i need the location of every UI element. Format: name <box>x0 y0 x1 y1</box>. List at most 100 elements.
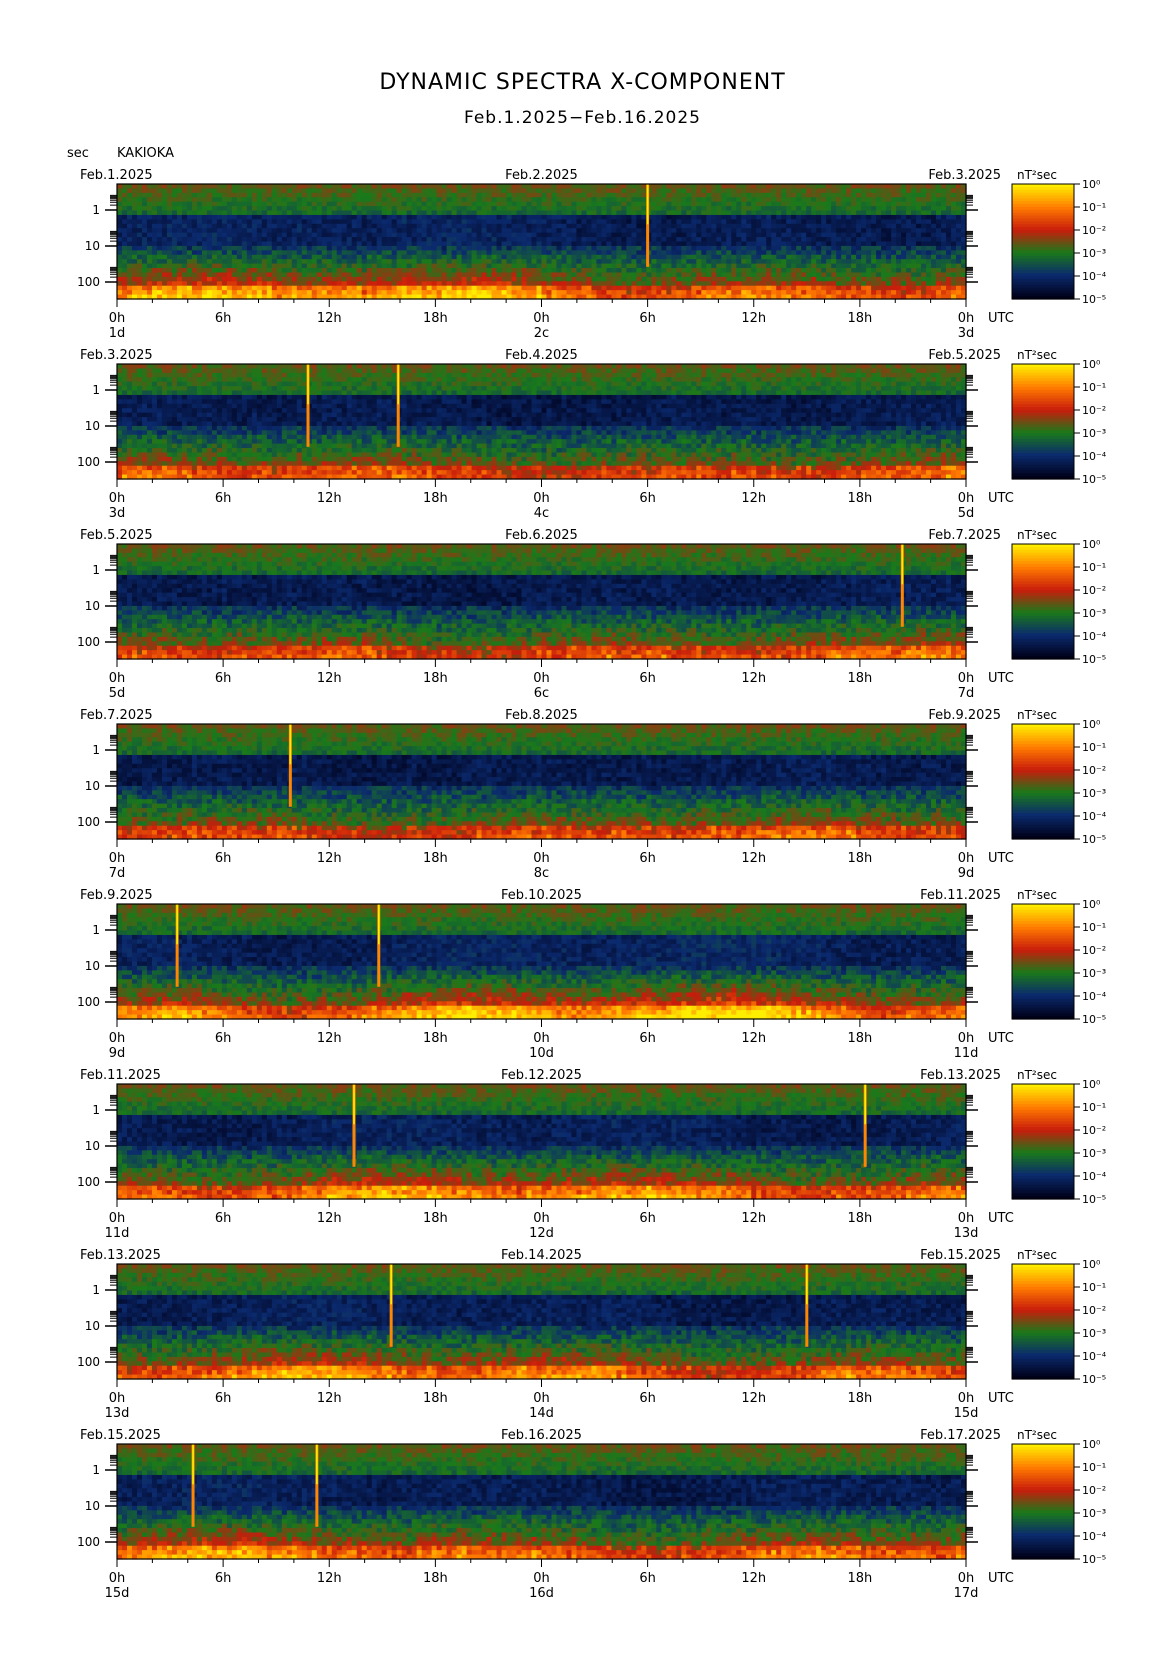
spectrogram-cell <box>222 259 228 264</box>
spectrogram-cell <box>322 368 328 373</box>
spectrogram-cell <box>257 197 263 202</box>
spectrogram-cell <box>626 259 632 264</box>
spectrogram-cell <box>896 250 902 255</box>
spectrogram-cell <box>217 211 223 216</box>
spectrogram-cell <box>452 364 458 369</box>
x-tick-label: 0h <box>533 311 550 326</box>
spectrogram-cell <box>207 228 213 233</box>
spectrogram-cell <box>746 224 752 229</box>
spectrogram-cell <box>946 277 952 282</box>
spectrogram-cell <box>561 272 567 277</box>
spectrogram-cell <box>267 219 273 224</box>
spectrogram-cell <box>876 188 882 193</box>
spectrogram-cell <box>517 290 523 295</box>
spectrogram-cell <box>327 250 333 255</box>
spectrogram-cell <box>387 264 393 269</box>
spectrogram-cell <box>427 224 433 229</box>
spectrogram-cell <box>392 246 398 251</box>
spectrogram-cell <box>357 242 363 247</box>
spectrogram-cell <box>497 250 503 255</box>
spectrogram-cell <box>172 224 178 229</box>
spectrogram-cell <box>581 193 587 198</box>
spectrogram-cell <box>417 259 423 264</box>
spectrogram-cell <box>217 286 223 291</box>
spectrogram-cell <box>626 268 632 273</box>
spectrogram-cell <box>941 250 947 255</box>
spectrogram-cell <box>327 259 333 264</box>
spectrogram-cell <box>741 228 747 233</box>
spectrogram-cell <box>492 373 498 378</box>
spectrogram-cell <box>856 264 862 269</box>
spectrogram-cell <box>487 224 493 229</box>
spectrogram-cell <box>367 224 373 229</box>
spectrogram-cell <box>796 233 802 238</box>
spectrogram-cell <box>492 281 498 286</box>
spectrogram-cell <box>911 219 917 224</box>
spectrogram-cell <box>387 281 393 286</box>
spectrogram-cell <box>497 188 503 193</box>
spectrogram-cell <box>866 188 872 193</box>
spectrogram-cell <box>741 246 747 251</box>
spectrogram-cell <box>182 259 188 264</box>
spectrogram-cell <box>482 250 488 255</box>
spectrogram-cell <box>831 255 837 260</box>
spectrogram-cell <box>931 242 937 247</box>
spectrogram-cell <box>312 211 318 216</box>
spectrogram-cell <box>866 281 872 286</box>
spectrogram-cell <box>571 215 577 220</box>
spectrogram-cell <box>202 211 208 216</box>
spectrogram-cell <box>467 368 473 373</box>
spectrogram-cell <box>212 215 218 220</box>
spectrogram-cell <box>811 215 817 220</box>
spectrogram-cell <box>157 272 163 277</box>
spectrogram-cell <box>422 259 428 264</box>
spectrogram-cell <box>407 286 413 291</box>
spectrogram-cell <box>891 193 897 198</box>
spectrogram-cell <box>721 255 727 260</box>
spectrogram-cell <box>946 264 952 269</box>
spectrogram-cell <box>337 373 343 378</box>
spectrogram-cell <box>551 281 557 286</box>
spectrogram-cell <box>636 202 642 207</box>
spectrogram-cell <box>716 206 722 211</box>
spectrogram-cell <box>846 286 852 291</box>
spectrogram-cell <box>407 250 413 255</box>
spectrogram-cell <box>352 290 358 295</box>
spectrogram-cell <box>207 268 213 273</box>
spectrogram-cell <box>497 206 503 211</box>
spectrogram-cell <box>566 264 572 269</box>
spectrogram-cell <box>352 286 358 291</box>
spectrogram-cell <box>921 255 927 260</box>
spectrogram-cell <box>741 206 747 211</box>
spectrogram-cell <box>312 255 318 260</box>
spectrogram-cell <box>771 368 777 373</box>
spectrogram-cell <box>117 290 123 295</box>
spectrogram-cell <box>307 202 313 207</box>
spectrogram-cell <box>556 215 562 220</box>
spectrogram-cell <box>716 228 722 233</box>
spectrogram-cell <box>137 233 143 238</box>
spectrogram-cell <box>771 264 777 269</box>
spectrogram-cell <box>861 228 867 233</box>
spectrogram-cell <box>487 286 493 291</box>
spectrogram-cell <box>122 268 128 273</box>
spectrogram-cell <box>591 215 597 220</box>
spectrogram-cell <box>606 211 612 216</box>
spectrogram-cell <box>726 206 732 211</box>
spectrogram-cell <box>132 281 138 286</box>
spectrogram-cell <box>247 202 253 207</box>
spectrogram-cell <box>252 202 258 207</box>
spectrogram-cell <box>147 184 153 189</box>
spectrogram-cell <box>452 268 458 273</box>
spectrogram-cell <box>571 233 577 238</box>
spectrogram-cell <box>457 224 463 229</box>
spectrogram-cell <box>152 250 158 255</box>
spectrogram-cell <box>487 233 493 238</box>
spectrogram-cell <box>237 290 243 295</box>
spectrogram-cell <box>756 290 762 295</box>
spectrogram-cell <box>801 219 807 224</box>
spectrogram-cell <box>517 228 523 233</box>
spectrogram-cell <box>192 197 198 202</box>
spectrogram-cell <box>247 215 253 220</box>
spectrogram-cell <box>551 286 557 291</box>
